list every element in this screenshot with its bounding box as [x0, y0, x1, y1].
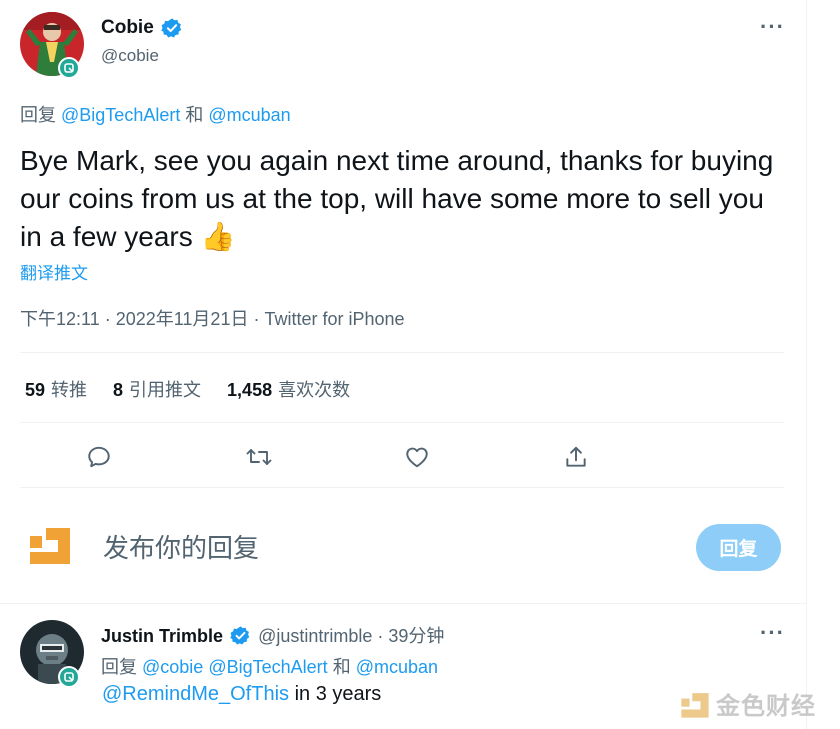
- quotes-count: 8: [113, 380, 124, 400]
- divider: [20, 352, 784, 353]
- likes-label: 喜欢次数: [278, 380, 351, 400]
- tweet-text: Bye Mark, see you again next time around…: [20, 145, 774, 252]
- watermark-text: 金色财经: [716, 693, 816, 720]
- divider: [20, 422, 784, 423]
- reply-replying-prefix: 回复: [101, 657, 137, 677]
- tweet-stats: 59 转推 8 引用推文 1,458 喜欢次数: [25, 376, 350, 402]
- author-handle[interactable]: @cobie: [101, 46, 159, 66]
- retweet-icon: [246, 449, 272, 465]
- mention-remindme[interactable]: @RemindMe_OfThis: [102, 683, 289, 705]
- retweets-stat[interactable]: 59 转推: [25, 376, 87, 402]
- mention-bigtechalert[interactable]: @BigTechAlert: [208, 657, 327, 677]
- replying-and: 和: [185, 105, 204, 125]
- quotes-stat[interactable]: 8 引用推文: [113, 376, 201, 402]
- quotes-label: 引用推文: [129, 380, 202, 400]
- retweets-label: 转推: [51, 380, 88, 400]
- like-icon: [406, 447, 428, 468]
- reply-more-icon[interactable]: ···: [760, 620, 785, 646]
- reply-text: @RemindMe_OfThis in 3 years: [102, 683, 381, 706]
- share-action[interactable]: [561, 442, 591, 472]
- likes-count: 1,458: [227, 380, 273, 400]
- replying-to: 回复 @BigTechAlert 和 @mcuban: [20, 101, 291, 127]
- reply-replying-to: 回复 @cobie @BigTechAlert 和 @mcuban: [101, 653, 438, 679]
- retweets-count: 59: [25, 380, 46, 400]
- reply-action[interactable]: [84, 442, 114, 472]
- watermark-logo-icon: [681, 692, 709, 718]
- mention-mcuban[interactable]: @mcuban: [356, 657, 438, 677]
- compose-reply-input[interactable]: 发布你的回复: [103, 528, 259, 565]
- reply-author-name[interactable]: Justin Trimble: [101, 626, 223, 646]
- reply-text-rest: in 3 years: [289, 683, 382, 705]
- retweet-action[interactable]: [244, 442, 274, 472]
- reply-button[interactable]: 回复: [696, 524, 781, 571]
- replying-prefix: 回复: [20, 105, 56, 125]
- mention-cobie[interactable]: @cobie: [142, 657, 203, 677]
- reply-icon: [88, 446, 110, 468]
- divider: [20, 487, 784, 488]
- share-icon: [566, 446, 586, 467]
- mention-mcuban[interactable]: @mcuban: [208, 105, 290, 125]
- likes-stat[interactable]: 1,458 喜欢次数: [227, 376, 350, 402]
- like-action[interactable]: [402, 442, 432, 472]
- verified-icon: [230, 626, 250, 645]
- author-name[interactable]: Cobie: [101, 17, 154, 39]
- tweet-timestamp[interactable]: 下午12:11 · 2022年11月21日 · Twitter for iPho…: [20, 305, 405, 331]
- compose-avatar: [28, 522, 72, 566]
- mention-bigtechalert[interactable]: @BigTechAlert: [61, 105, 180, 125]
- avatar-badge-icon: [58, 57, 80, 79]
- more-icon[interactable]: ···: [760, 14, 785, 40]
- divider: [0, 603, 806, 604]
- verified-icon: [161, 18, 182, 38]
- reply-time[interactable]: · 39分钟: [377, 626, 444, 646]
- translate-tweet-link[interactable]: 翻译推文: [20, 259, 88, 284]
- reply-header: Justin Trimble @justintrimble · 39分钟: [101, 622, 444, 648]
- watermark: 金色财经: [680, 686, 816, 721]
- reply-author-handle[interactable]: @justintrimble: [258, 626, 372, 646]
- author-name-text[interactable]: Cobie: [101, 17, 154, 38]
- avatar-badge-icon: [58, 666, 80, 688]
- reply-replying-and: 和: [332, 657, 351, 677]
- timeline-column: Cobie @cobie ··· 回复 @BigTechAlert 和 @mcu…: [0, 0, 807, 729]
